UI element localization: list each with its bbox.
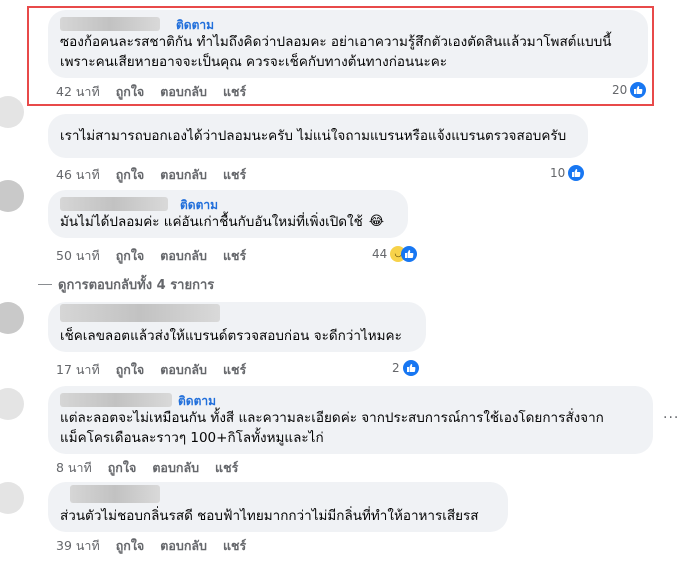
like-button[interactable]: ถูกใจ: [116, 246, 145, 266]
blurred-name: [60, 393, 172, 407]
reply-button[interactable]: ตอบกลับ: [152, 458, 199, 478]
avatar[interactable]: [0, 302, 24, 334]
comment-actions: 46 นาที ถูกใจ ตอบกลับ แชร์: [56, 165, 246, 185]
reaction-count[interactable]: 44 ◡: [372, 246, 418, 262]
avatar[interactable]: [0, 180, 24, 212]
comment-actions: 17 นาที ถูกใจ ตอบกลับ แชร์: [56, 360, 246, 380]
like-button[interactable]: ถูกใจ: [108, 458, 137, 478]
comment-actions: 8 นาที ถูกใจ ตอบกลับ แชร์: [56, 458, 238, 478]
comment-text: เราไม่สามารถบอกเองได้ว่าปลอมนะครับ ไม่แน…: [60, 128, 567, 144]
comment-time[interactable]: 46 นาที: [56, 165, 100, 185]
avatar[interactable]: [0, 482, 24, 514]
comment-actions: 50 นาที ถูกใจ ตอบกลับ แชร์: [56, 246, 246, 266]
follow-link[interactable]: ติดตาม: [180, 196, 218, 215]
reaction-count[interactable]: 10: [550, 165, 585, 181]
blurred-name: [70, 485, 160, 503]
like-button[interactable]: ถูกใจ: [116, 165, 145, 185]
reply-button[interactable]: ตอบกลับ: [160, 536, 207, 556]
comment-text: ส่วนตัวไม่ชอบกลิ่นรสดี ชอบฟ้าไทยมากกว่าไ…: [60, 508, 479, 524]
reply-button[interactable]: ตอบกลับ: [160, 360, 207, 380]
comment-time[interactable]: 17 นาที: [56, 360, 100, 380]
highlight-box: [27, 6, 654, 106]
comment-bubble: ส่วนตัวไม่ชอบกลิ่นรสดี ชอบฟ้าไทยมากกว่าไ…: [48, 482, 508, 532]
share-button[interactable]: แชร์: [223, 360, 246, 380]
reaction-count[interactable]: 2: [392, 360, 419, 376]
view-more-replies[interactable]: ดูการตอบกลับทั้ง 4 รายการ: [38, 274, 214, 295]
comment-text: มันไม่ได้ปลอมค่ะ แค่อันเก่าชื้นกับอันใหม…: [60, 214, 385, 230]
blurred-name: [60, 304, 220, 322]
comment-time[interactable]: 8 นาที: [56, 458, 92, 478]
share-button[interactable]: แชร์: [223, 536, 246, 556]
comment-bubble: เราไม่สามารถบอกเองได้ว่าปลอมนะครับ ไม่แน…: [48, 114, 588, 158]
laughing-emoji: 😂: [368, 214, 385, 229]
like-button[interactable]: ถูกใจ: [116, 360, 145, 380]
comment-text: เช็คเลขลอตแล้วส่งให้แบรนด์ตรวจสอบก่อน จะ…: [60, 328, 402, 344]
blurred-name: [60, 197, 168, 211]
comment-bubble: ติดตาม แต่ละลอตจะไม่เหมือนกัน ทั้งสี และ…: [48, 386, 653, 454]
follow-link[interactable]: ติดตาม: [178, 392, 216, 411]
share-button[interactable]: แชร์: [223, 165, 246, 185]
like-icon: [401, 246, 418, 262]
reply-button[interactable]: ตอบกลับ: [160, 246, 207, 266]
reply-button[interactable]: ตอบกลับ: [160, 165, 207, 185]
reply-connector: [38, 284, 52, 285]
share-button[interactable]: แชร์: [223, 246, 246, 266]
like-icon: [402, 360, 419, 376]
comment-actions: 39 นาที ถูกใจ ตอบกลับ แชร์: [56, 536, 246, 556]
share-button[interactable]: แชร์: [215, 458, 238, 478]
like-button[interactable]: ถูกใจ: [116, 536, 145, 556]
more-options-icon[interactable]: ···: [663, 410, 679, 426]
comment-time[interactable]: 50 นาที: [56, 246, 100, 266]
avatar[interactable]: [0, 388, 24, 420]
like-icon: [568, 165, 585, 181]
comment-bubble: เช็คเลขลอตแล้วส่งให้แบรนด์ตรวจสอบก่อน จะ…: [48, 302, 426, 352]
comment-time[interactable]: 39 นาที: [56, 536, 100, 556]
comment-bubble: ติดตาม มันไม่ได้ปลอมค่ะ แค่อันเก่าชื้นกั…: [48, 190, 408, 238]
comment-text: แต่ละลอตจะไม่เหมือนกัน ทั้งสี และความละเ…: [60, 410, 604, 446]
avatar[interactable]: [0, 96, 24, 128]
